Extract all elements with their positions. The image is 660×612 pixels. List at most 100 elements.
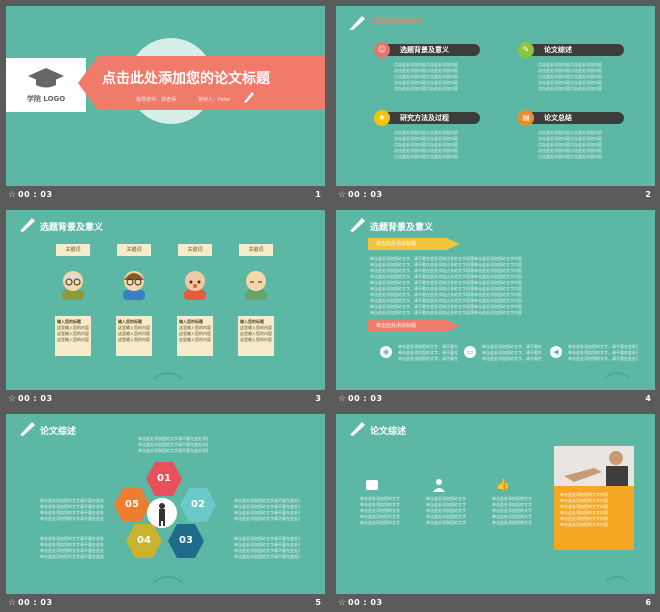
handshake-photo	[554, 446, 634, 486]
slide-timing: 00 : 03	[18, 190, 53, 199]
slide-thumbnail-4[interactable]: 选题背景及意义 单击此处添加标题 单击此处添加您的文字，请不要在此处添加过长的文…	[336, 210, 655, 408]
decorative-arc	[600, 372, 634, 390]
contents-item-4[interactable]: 论文总结	[520, 112, 624, 124]
decorative-arc	[600, 576, 634, 594]
camera-icon: ◉	[380, 346, 392, 358]
logo-text: 学院 LOGO	[26, 95, 66, 103]
presenter-text: 答辩人：Peter	[198, 97, 232, 103]
banner-label: 单击此处添加标题	[376, 323, 417, 329]
advisor-text: 指导老师：郭老师	[136, 97, 177, 103]
slide-timing: 00 : 03	[348, 394, 383, 403]
slide-5-canvas: 论文综述 单击此处添加您的文字请不要在此处添加过长的文字段落单击此处添加您的文字…	[6, 414, 325, 594]
text-block: 单击此处添加您的文字内容单击此处添加您的文字内容单击此处添加您的文字内容单击此处…	[492, 496, 532, 525]
text-block: 单击此处添加您的文字请不要在此处添加过长的文字段落单击此处添加您的文字请不要在此…	[234, 498, 300, 521]
decorative-arc	[146, 576, 190, 594]
keyword-label: 关键词	[239, 244, 273, 256]
paragraph: 单击此处添加您的文字，请不要在此处添加过长的文字段落单击此处添加您的文字内容 单击…	[370, 256, 522, 315]
contents-item-3[interactable]: 研究方法及过程	[376, 112, 480, 124]
hexagon-02: 02	[180, 488, 216, 522]
slide-number: 2	[645, 190, 651, 199]
hexagon-01: 01	[146, 462, 182, 496]
slide-thumbnail-5[interactable]: 论文综述 单击此处添加您的文字请不要在此处添加过长的文字段落单击此处添加您的文字…	[6, 414, 325, 612]
keyword-label: 关键词	[56, 244, 90, 256]
bald-avatar-icon	[184, 271, 206, 300]
slide-thumbnail-6[interactable]: 论文综述 单击此处添加您的文字内容单击此处添加您的文字内容单击此处添加您的文字内…	[336, 414, 655, 612]
text-block: 单击此处添加您的文字内容单击此处添加您的文字内容单击此处添加您的文字内容单击此处…	[360, 496, 400, 525]
screen-icon: ▭	[464, 346, 476, 358]
logo-box: 学院 LOGO	[6, 58, 86, 112]
slide-timing: 00 : 03	[18, 394, 53, 403]
note-card: 输入您的标题 这里输入您的内容 这里输入您的内容 这里输入您的内容	[55, 316, 91, 356]
text-block: 单击此处添加您的文字内容单击此处添加您的文字内容单击此处添加您的文字内容单击此处…	[560, 492, 608, 527]
star-icon[interactable]: ☆	[338, 186, 346, 204]
star-icon[interactable]: ☆	[338, 390, 346, 408]
slide-timing: 00 : 03	[348, 190, 383, 199]
wrench-icon: ✎	[518, 42, 534, 58]
pen-icon	[350, 422, 365, 436]
text-block: 点击此处添加内容点击此处添加内容 点击此处添加内容点击此处添加内容 点击此处添加内容…	[394, 130, 458, 159]
star-icon[interactable]: ☆	[8, 186, 16, 204]
slide-number: 6	[645, 598, 651, 607]
user-icon: ☺	[374, 42, 390, 58]
text-block: 单击此处添加您的文字请不要在此处添加过长的文字段落单击此处添加您的文字请不要在此…	[234, 536, 300, 559]
text-block: 点击此处添加内容点击此处添加内容 点击此处添加内容点击此处添加内容 点击此处添加内容…	[538, 62, 602, 91]
pen-icon	[349, 16, 365, 30]
graduation-cap-icon	[28, 68, 64, 88]
slide-heading: 选题背景及意义	[40, 223, 104, 233]
text-block: 点击此处添加内容点击此处添加内容 点击此处添加内容点击此处添加内容 点击此处添加内容…	[394, 62, 458, 91]
slide-thumbnail-2[interactable]: Contents 选题背景及意义 ☺ 点击此处添加内容点击此处添加内容 点击此处添…	[336, 6, 655, 204]
slide-thumbnail-1[interactable]: 学院 LOGO 点击此处添加您的论文标题 指导老师：郭老师 答辩人：Peter …	[6, 6, 325, 204]
slide-caption: ☆ 00 : 03 4	[336, 390, 655, 408]
photo-panel: 单击此处添加您的文字内容 单击此处添加您的文字内容 单击此处添加您的文字内容 单击此处…	[554, 446, 634, 550]
star-icon[interactable]: ☆	[8, 390, 16, 408]
person-center-circle	[147, 498, 177, 528]
text-block: 单击此处添加您的文字，请不要在此处添加过长的文字段落单击此处添加您的文字内容单击…	[398, 344, 458, 361]
contents-item-1[interactable]: 选题背景及意义	[376, 44, 480, 56]
slide-caption: ☆ 00 : 03 6	[336, 594, 655, 612]
note-card: 输入您的标题 这里输入您的内容 这里输入您的内容 这里输入您的内容	[116, 316, 152, 356]
chat-icon	[366, 480, 378, 490]
text-block: 单击此处添加您的文字，请不要在此处添加过长的文字段落单击此处添加您的文字内容单击…	[482, 344, 542, 361]
text-block: 单击此处添加您的文字内容单击此处添加您的文字内容单击此处添加您的文字内容单击此处…	[426, 496, 466, 525]
person-icon	[433, 479, 445, 492]
pen-icon	[20, 422, 35, 436]
star-icon[interactable]: ☆	[8, 594, 16, 612]
text-block: 点击此处添加内容点击此处添加内容 点击此处添加内容点击此处添加内容 点击此处添加内容…	[538, 130, 602, 159]
banner-label: 单击此处添加标题	[376, 241, 417, 247]
hexagon-05: 05	[114, 488, 150, 522]
text-block: 单击此处添加您的文字，请不要在此处添加过长的文字段落单击此处添加您的文字内容单击…	[568, 344, 638, 361]
old-man-avatar-icon	[245, 271, 267, 300]
contents-heading: Contents	[372, 16, 423, 27]
chart-icon: ▤	[518, 110, 534, 126]
pen-icon	[350, 218, 365, 232]
slide-4-canvas: 选题背景及意义 单击此处添加标题 单击此处添加您的文字，请不要在此处添加过长的文…	[336, 210, 655, 390]
contents-item-2[interactable]: 论文综述	[520, 44, 624, 56]
slide-number: 3	[315, 394, 321, 403]
slide-number: 1	[315, 190, 321, 199]
slide-caption: ☆ 00 : 03 1	[6, 186, 325, 204]
slide-heading: 论文综述	[40, 427, 77, 437]
slide-number: 5	[315, 598, 321, 607]
slide-number: 4	[645, 394, 651, 403]
text-block: 单击此处添加您的文字请不要在此处添加过长的文字段落单击此处添加您的文字请不要在此…	[40, 536, 104, 559]
medal-icon: ★	[374, 110, 390, 126]
slide-heading: 论文综述	[370, 427, 407, 437]
slide-caption: ☆ 00 : 03 2	[336, 186, 655, 204]
star-icon[interactable]: ☆	[338, 594, 346, 612]
decorative-arc	[146, 372, 190, 390]
page-title: 点击此处添加您的论文标题	[102, 71, 270, 87]
businessman-icon	[159, 503, 165, 526]
slide-thumbnail-3[interactable]: 选题背景及意义 关键词 关键词 关键词 关键词 输入您的标题 这里输入您的内容 这里…	[6, 210, 325, 408]
note-card: 输入您的标题 这里输入您的内容 这里输入您的内容 这里输入您的内容	[177, 316, 213, 356]
slide-caption: ☆ 00 : 03 3	[6, 390, 325, 408]
slide-1-canvas: 学院 LOGO 点击此处添加您的论文标题 指导老师：郭老师 答辩人：Peter	[6, 6, 325, 186]
slide-timing: 00 : 03	[348, 598, 383, 607]
hexagon-04: 04	[126, 524, 162, 558]
slide-3-canvas: 选题背景及意义 关键词 关键词 关键词 关键词 输入您的标题 这里输入您的内容 这里…	[6, 210, 325, 390]
boy-avatar-icon	[123, 271, 145, 300]
text-block: 单击此处添加您的文字请不要在此处添加过长的文字段落单击此处添加您的文字请不要在此…	[138, 436, 208, 453]
slide-caption: ☆ 00 : 03 5	[6, 594, 325, 612]
slide-timing: 00 : 03	[18, 598, 53, 607]
pen-icon	[20, 218, 35, 232]
hexagon-03: 03	[168, 524, 204, 558]
